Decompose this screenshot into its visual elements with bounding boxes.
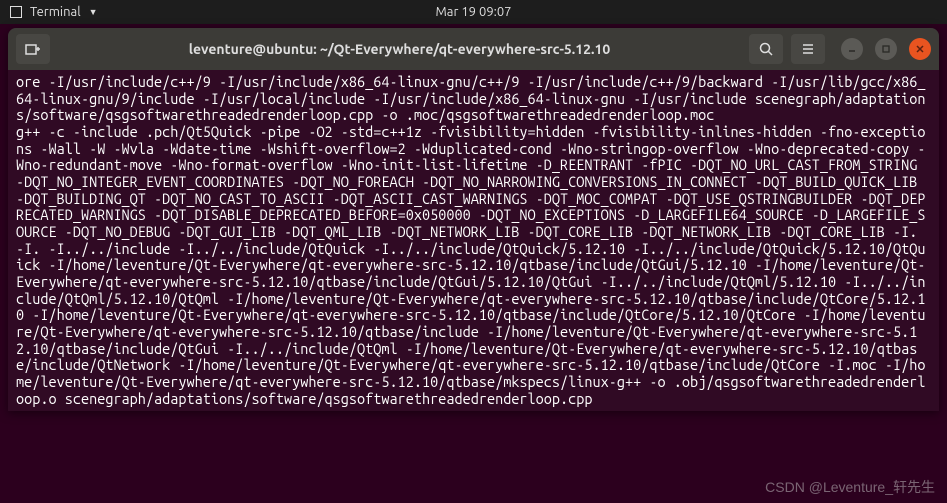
tab-plus-icon: [25, 41, 41, 57]
window-list-icon[interactable]: [10, 6, 22, 18]
watermark-label: CSDN @Leventure_轩先生: [765, 477, 935, 497]
terminal-output[interactable]: ore -I/usr/include/c++/9 -I/usr/include/…: [8, 70, 939, 411]
close-icon: [915, 44, 925, 54]
chevron-down-icon[interactable]: ▼: [89, 7, 98, 17]
window-title: leventure@ubuntu: ~/Qt-Everywhere/qt-eve…: [58, 41, 741, 57]
terminal-window: leventure@ubuntu: ~/Qt-Everywhere/qt-eve…: [8, 28, 939, 411]
minimize-button[interactable]: [841, 38, 863, 60]
hamburger-icon: [800, 41, 816, 57]
app-name-label[interactable]: Terminal: [30, 5, 81, 19]
search-button[interactable]: [749, 34, 783, 64]
top-bar-left: Terminal ▼: [10, 5, 98, 19]
window-controls: [841, 38, 931, 60]
window-titlebar: leventure@ubuntu: ~/Qt-Everywhere/qt-eve…: [8, 28, 939, 70]
menu-button[interactable]: [791, 34, 825, 64]
maximize-icon: [881, 44, 891, 54]
desktop-top-bar: Terminal ▼ Mar 19 09:07: [0, 0, 947, 24]
new-tab-button[interactable]: [16, 34, 50, 64]
search-icon: [758, 41, 774, 57]
datetime-label[interactable]: Mar 19 09:07: [435, 5, 511, 19]
close-button[interactable]: [909, 38, 931, 60]
minimize-icon: [847, 44, 857, 54]
maximize-button[interactable]: [875, 38, 897, 60]
